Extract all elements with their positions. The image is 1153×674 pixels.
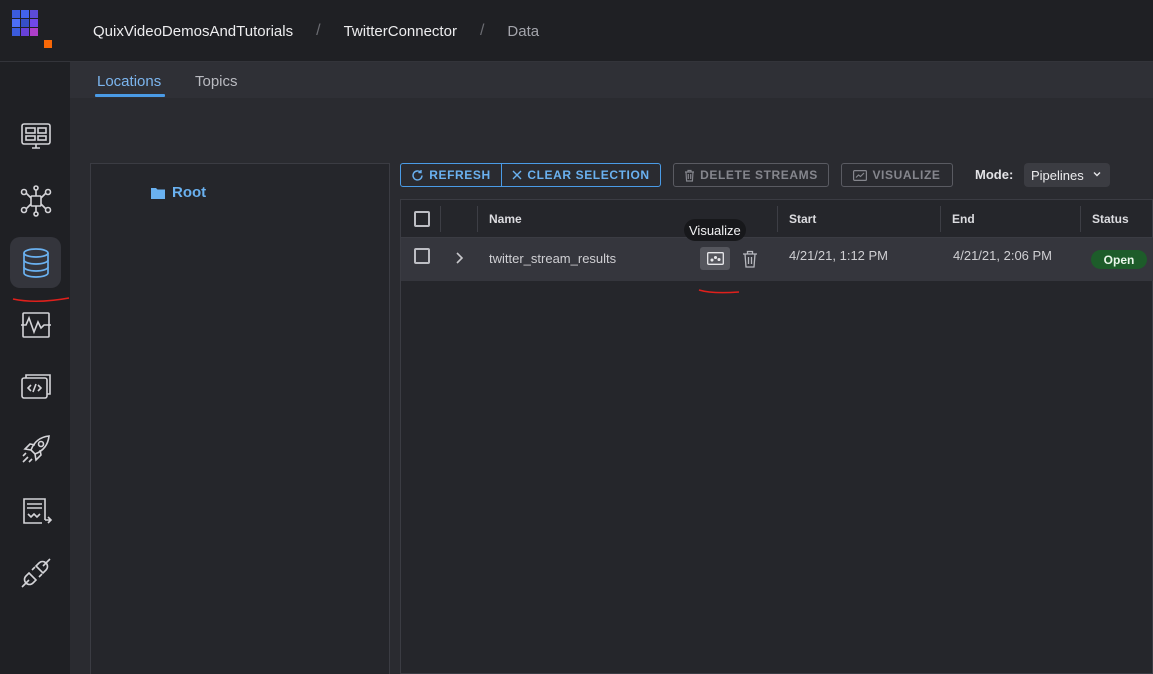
- column-divider: [777, 206, 778, 232]
- breadcrumb-section: Data: [507, 22, 540, 40]
- table-header: Name Start End Status: [401, 200, 1153, 238]
- tab-locations[interactable]: Locations: [97, 73, 161, 90]
- tab-topics[interactable]: Topics: [195, 73, 238, 90]
- sidebar-item-connectors[interactable]: [10, 547, 61, 598]
- breadcrumb-project[interactable]: TwitterConnector: [344, 23, 457, 40]
- mode-select-value: Pipelines: [1031, 167, 1084, 183]
- trash-icon: [685, 169, 695, 182]
- close-icon: [512, 170, 522, 180]
- sidebar-item-terminal[interactable]: [10, 485, 61, 536]
- folder-icon: [151, 187, 165, 199]
- breadcrumb: QuixVideoDemosAndTutorials / TwitterConn…: [93, 22, 539, 40]
- top-bar: QuixVideoDemosAndTutorials / TwitterConn…: [0, 0, 1153, 62]
- location-tree: Root: [90, 163, 390, 674]
- code-icon: [20, 373, 51, 399]
- breadcrumb-separator: /: [316, 22, 321, 39]
- column-divider: [440, 206, 441, 232]
- breadcrumb-separator: /: [479, 22, 485, 39]
- sidebar-item-waveform[interactable]: [10, 299, 61, 350]
- delete-streams-button[interactable]: DELETE STREAMS: [673, 163, 829, 187]
- tree-node-label: Root: [172, 184, 207, 201]
- select-all-checkbox[interactable]: [414, 211, 430, 227]
- column-header-status[interactable]: Status: [1092, 212, 1129, 226]
- dashboard-icon: [20, 122, 51, 149]
- visualize-button[interactable]: VISUALIZE: [841, 163, 953, 187]
- refresh-icon: [412, 169, 423, 181]
- sidebar-item-pipeline[interactable]: [10, 175, 61, 226]
- stream-start: 4/21/21, 1:12 PM: [789, 248, 889, 263]
- visualize-icon: [706, 252, 724, 265]
- column-divider: [477, 206, 478, 232]
- visualize-label: VISUALIZE: [872, 168, 941, 182]
- row-delete-button[interactable]: [735, 247, 765, 270]
- active-tab-indicator: [95, 94, 165, 97]
- rocket-icon: [21, 434, 50, 463]
- table-row[interactable]: twitter_stream_results 4/21/21, 1:12 PM …: [401, 238, 1153, 281]
- sidebar: [0, 62, 70, 674]
- mode-label: Mode:: [975, 167, 1014, 182]
- status-badge: Open: [1091, 250, 1147, 269]
- sidebar-item-dashboard[interactable]: [10, 110, 61, 161]
- terminal-icon: [22, 497, 52, 524]
- delete-streams-label: DELETE STREAMS: [700, 168, 818, 182]
- clear-selection-button[interactable]: CLEAR SELECTION: [501, 163, 661, 187]
- chevron-right-icon[interactable]: [454, 251, 464, 265]
- sidebar-item-deploy[interactable]: [10, 423, 61, 474]
- refresh-label: REFRESH: [429, 168, 491, 182]
- quix-logo[interactable]: [12, 10, 56, 54]
- stream-name[interactable]: twitter_stream_results: [489, 251, 616, 266]
- visualize-tooltip: Visualize: [684, 219, 746, 241]
- sidebar-item-data[interactable]: [10, 237, 61, 288]
- plug-icon: [20, 557, 51, 588]
- tree-node-root[interactable]: Root: [151, 184, 206, 201]
- column-header-end[interactable]: End: [952, 212, 975, 226]
- visualize-icon: [853, 169, 868, 181]
- database-icon: [22, 247, 49, 278]
- column-divider: [1080, 206, 1081, 232]
- annotation-underline: [698, 289, 740, 294]
- sub-navigation: Locations Topics: [70, 62, 1153, 98]
- stream-end: 4/21/21, 2:06 PM: [953, 248, 1053, 263]
- sidebar-item-code[interactable]: [10, 361, 61, 412]
- mode-select[interactable]: Pipelines: [1024, 163, 1110, 187]
- streams-table: Name Start End Status twitter_stream_res…: [400, 199, 1153, 674]
- trash-icon: [743, 250, 757, 268]
- waveform-icon: [20, 311, 51, 338]
- refresh-button[interactable]: REFRESH: [400, 163, 502, 187]
- clear-selection-label: CLEAR SELECTION: [527, 168, 650, 182]
- pipeline-icon: [20, 184, 51, 217]
- column-header-start[interactable]: Start: [789, 212, 816, 226]
- breadcrumb-workspace[interactable]: QuixVideoDemosAndTutorials: [93, 23, 293, 40]
- row-checkbox[interactable]: [414, 248, 430, 264]
- column-header-name[interactable]: Name: [489, 212, 522, 226]
- chevron-down-icon: [1093, 172, 1101, 177]
- column-divider: [940, 206, 941, 232]
- row-visualize-button[interactable]: [700, 247, 730, 270]
